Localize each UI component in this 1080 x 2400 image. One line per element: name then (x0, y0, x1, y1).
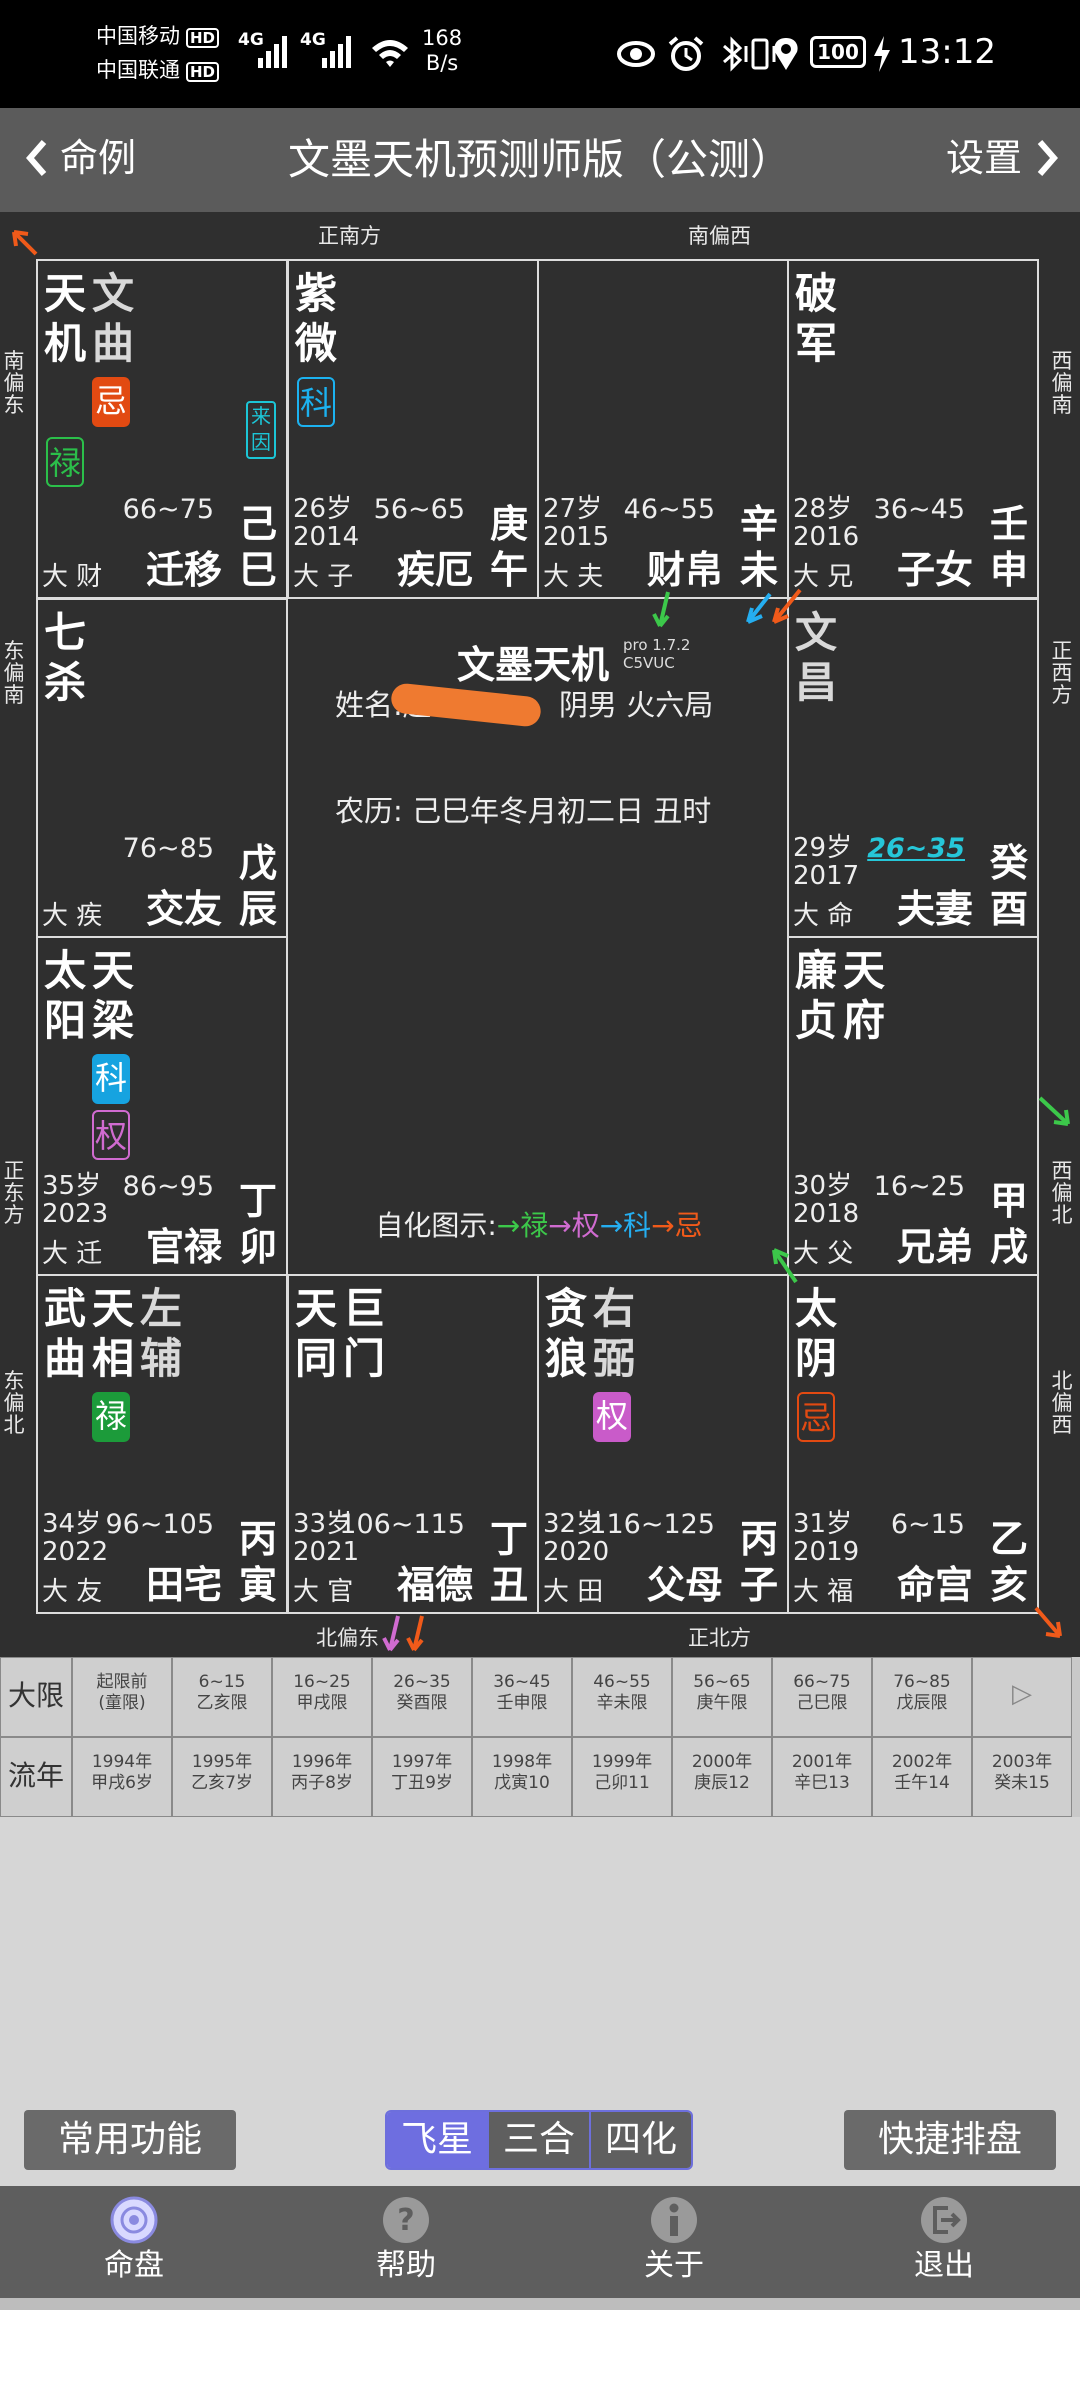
liunian-cell[interactable]: 2001年 辛巳13 (772, 1737, 872, 1817)
svg-text:?: ? (397, 2203, 414, 2238)
quick-chart-button[interactable]: 快捷排盘 (844, 2110, 1056, 2170)
settings-button[interactable]: 设置 (946, 130, 1060, 186)
carrier-1: 中国移动 HD (96, 24, 220, 48)
common-functions-button[interactable]: 常用功能 (24, 2110, 236, 2170)
settings-label: 设置 (945, 136, 1022, 180)
title-bar: 命例 文墨天机预测师版（公测） 设置 (0, 108, 1080, 212)
daxian-cell[interactable]: 66~75 己巳限 (772, 1657, 872, 1737)
tab-exit[interactable]: 退出 (864, 2194, 1024, 2286)
segment-feixing[interactable]: 飞星 (387, 2112, 487, 2168)
daxian-cell[interactable]: 46~55 辛未限 (572, 1657, 672, 1737)
segment-sihua[interactable]: 四化 (589, 2112, 691, 2168)
net-speed: 168 B/s (422, 26, 463, 75)
carrier-2: 中国联通 HD (96, 58, 220, 82)
bottom-nav: 命盘 ? 帮助 关于 退出 (0, 2186, 1080, 2298)
daxian-cell[interactable]: 76~85 戊辰限 (872, 1657, 972, 1737)
daxian-cell[interactable]: 16~25 甲戌限 (272, 1657, 372, 1737)
charging-icon (874, 36, 890, 72)
battery-icon: 100 (810, 36, 866, 68)
status-bar: 中国移动 HD 中国联通 HD 4G 4G 168 B/s 100 13:12 (0, 0, 1080, 108)
nav-bottom-edge (0, 2298, 1080, 2310)
chevron-right-icon (1037, 140, 1058, 176)
liunian-cell[interactable]: 1996年 丙子8岁 (272, 1737, 372, 1817)
flying-star-arrows (12, 230, 1070, 1652)
liunian-cell[interactable]: 1995年 乙亥7岁 (172, 1737, 272, 1817)
signal-icon-1 (258, 32, 294, 68)
liunian-cell[interactable]: 2003年 癸未15 (972, 1737, 1072, 1817)
eye-icon (617, 41, 655, 67)
daxian-cell[interactable]: 36~45 壬申限 (472, 1657, 572, 1737)
daxian-cell[interactable]: 26~35 癸酉限 (372, 1657, 472, 1737)
clock: 13:12 (898, 32, 996, 72)
tab-chart[interactable]: 命盘 (54, 2194, 214, 2286)
daxian-cell[interactable]: 6~15 乙亥限 (172, 1657, 272, 1737)
liunian-cell[interactable]: 2000年 庚辰12 (672, 1737, 772, 1817)
tab-about[interactable]: 关于 (594, 2194, 754, 2286)
exit-icon (921, 2197, 967, 2243)
info-icon (651, 2197, 697, 2243)
liunian-cell[interactable]: 1994年 甲戌6岁 (72, 1737, 172, 1817)
signal-icon-2 (322, 32, 358, 68)
daxian-cell[interactable]: ▷ (972, 1657, 1072, 1737)
help-icon: ? (383, 2197, 429, 2243)
app-title: 文墨天机预测师版（公测） (287, 135, 792, 184)
liunian-cell[interactable]: 2002年 壬午14 (872, 1737, 972, 1817)
alarm-icon (668, 36, 704, 71)
location-icon (774, 38, 798, 70)
tab-help[interactable]: ? 帮助 (326, 2194, 486, 2286)
daxian-cell[interactable]: 56~65 庚午限 (672, 1657, 772, 1737)
daxian-label: 大限 (0, 1657, 72, 1737)
segment-sanhe[interactable]: 三合 (487, 2112, 589, 2168)
disc-icon (110, 2196, 158, 2244)
liunian-label: 流年 (0, 1737, 72, 1817)
liunian-cell[interactable]: 1998年 戊寅10 (472, 1737, 572, 1817)
daxian-cell[interactable]: 起限前 (童限) (72, 1657, 172, 1737)
liunian-cell[interactable]: 1997年 丁丑9岁 (372, 1737, 472, 1817)
liunian-cell[interactable]: 1999年 己卯11 (572, 1737, 672, 1817)
wifi-icon (372, 40, 408, 67)
mode-segmented-control: 飞星 三合 四化 (385, 2110, 693, 2170)
